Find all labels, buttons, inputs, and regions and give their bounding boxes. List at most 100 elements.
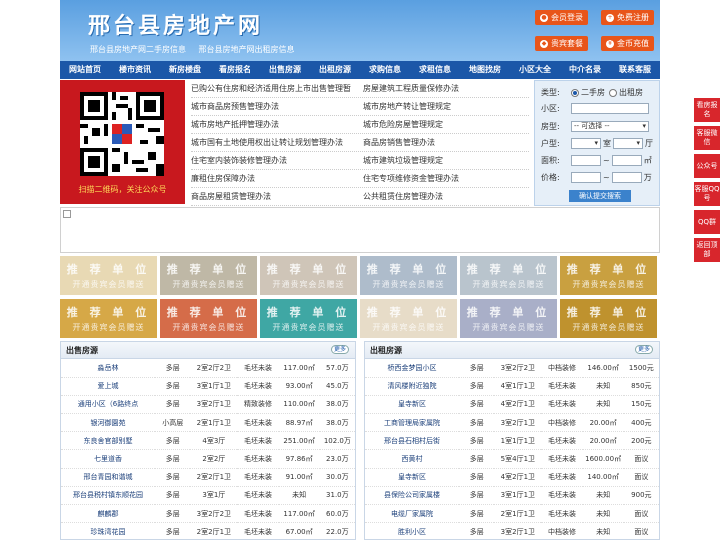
- news-link[interactable]: 廉租住房保障办法: [191, 170, 357, 187]
- community-cell[interactable]: 邢台青园和谐城: [61, 468, 156, 487]
- community-cell[interactable]: 麒麟郡: [61, 504, 156, 524]
- table-row[interactable]: 麒麟郡 多层 3室2厅2卫 毛坯未装 117.00㎡ 60.0万: [61, 504, 355, 524]
- table-row[interactable]: 工商管理局家属院 多层 3室2厅1卫 中档装修 20.00㎡ 400元: [365, 413, 659, 433]
- table-row[interactable]: 通用小区（6路终点 多层 3室2厅1卫 精致装修 110.00㎡ 38.0万: [61, 395, 355, 415]
- ad-slot[interactable]: 推 荐 单 位开通贵宾会员赠送: [60, 299, 157, 338]
- news-link[interactable]: 城市商品房预售管理办法: [191, 98, 357, 115]
- room-select[interactable]: ▾: [571, 138, 601, 149]
- ad-slot[interactable]: 推 荐 单 位开通贵宾会员赠送: [460, 256, 557, 295]
- table-row[interactable]: 邢台县税村镇东顺花园 多层 3室1厅 毛坯未装 未知 31.0万: [61, 486, 355, 506]
- ad-slot[interactable]: 推 荐 单 位开通贵宾会员赠送: [360, 256, 457, 295]
- table-row[interactable]: 淼岳林 多层 2室2厅2卫 毛坯未装 117.00㎡ 57.0万: [61, 359, 355, 378]
- news-link[interactable]: 商品房销售管理办法: [357, 134, 529, 151]
- news-link[interactable]: 城市建筑垃圾管理规定: [357, 152, 529, 169]
- nav-home[interactable]: 网站首页: [60, 61, 110, 79]
- community-cell[interactable]: 县保险公司家属楼: [365, 486, 460, 506]
- nav-rent[interactable]: 出租房源: [310, 61, 360, 79]
- news-link[interactable]: 城市房地产抵押管理办法: [191, 116, 357, 133]
- nav-sale[interactable]: 出售房源: [260, 61, 310, 79]
- table-row[interactable]: 珍珠湾花园 多层 2室2厅1卫 毛坯未装 67.00㎡ 22.0万: [61, 522, 355, 539]
- table-row[interactable]: 县保险公司家属楼 多层 3室1厅1卫 毛坯未装 未知 900元: [365, 486, 659, 506]
- community-cell[interactable]: 桥西金梦园小区: [365, 359, 460, 378]
- nav-want-buy[interactable]: 求购信息: [360, 61, 410, 79]
- community-input[interactable]: [571, 103, 649, 114]
- nav-communities[interactable]: 小区大全: [510, 61, 560, 79]
- community-cell[interactable]: 工商管理局家属院: [365, 413, 460, 433]
- area-min-input[interactable]: [571, 155, 601, 166]
- register-button[interactable]: + 免费注册: [601, 10, 654, 25]
- table-row[interactable]: 皇寺新区 多层 4室2厅1卫 毛坯未装 140.00㎡ 面议: [365, 468, 659, 487]
- community-cell[interactable]: 通用小区（6路终点: [61, 395, 156, 415]
- news-link[interactable]: 房屋建筑工程质量保修办法: [357, 80, 529, 97]
- nav-agents[interactable]: 中介名录: [560, 61, 610, 79]
- community-cell[interactable]: 邢台县石相村后街: [365, 431, 460, 451]
- ad-slot[interactable]: 推 荐 单 位开通贵宾会员赠送: [260, 256, 357, 295]
- table-row[interactable]: 皇寺新区 多层 4室2厅1卫 毛坯未装 未知 150元: [365, 395, 659, 415]
- community-cell[interactable]: 皇寺新区: [365, 395, 460, 415]
- table-row[interactable]: 胜利小区 多层 3室2厅1卫 中档装修 未知 面议: [365, 522, 659, 539]
- table-row[interactable]: 东良舍官部别墅 多层 4室3厅 毛坯未装 251.00㎡ 102.0万: [61, 431, 355, 451]
- nav-news[interactable]: 楼市资讯: [110, 61, 160, 79]
- news-link[interactable]: 城市危险房屋管理规定: [357, 116, 529, 133]
- nav-contact[interactable]: 联系客服: [610, 61, 660, 79]
- ad-slot[interactable]: 推 荐 单 位开通贵宾会员赠送: [60, 256, 157, 295]
- price-max-input[interactable]: [611, 172, 642, 183]
- nav-viewing-signup[interactable]: 看房报名: [210, 61, 260, 79]
- coin-recharge-button[interactable]: ¥ 金币充值: [601, 36, 654, 51]
- search-submit-button[interactable]: 确认提交搜索: [569, 190, 631, 202]
- community-cell[interactable]: 银河御園苑: [61, 413, 156, 433]
- hall-select[interactable]: ▾: [613, 138, 643, 149]
- sale-more-button[interactable]: 更多: [331, 345, 349, 354]
- community-cell[interactable]: 爱上城: [61, 377, 156, 396]
- nav-map[interactable]: 地图找房: [460, 61, 510, 79]
- login-button[interactable]: ● 会员登录: [535, 10, 588, 25]
- ad-slot[interactable]: 推 荐 单 位开通贵宾会员赠送: [560, 256, 657, 295]
- table-row[interactable]: 邢台县石相村后街 多层 1室1厅1卫 毛坯未装 20.00㎡ 200元: [365, 431, 659, 451]
- side-viewing-signup[interactable]: 看房报名: [694, 98, 720, 122]
- news-link[interactable]: 城市房地产转让管理规定: [357, 98, 529, 115]
- table-row[interactable]: 电缆厂家属院 多层 2室1厅1卫 毛坯未装 未知 面议: [365, 504, 659, 524]
- ad-slot[interactable]: 推 荐 单 位开通贵宾会员赠送: [160, 256, 257, 295]
- price-min-input[interactable]: [571, 172, 601, 183]
- side-wechat[interactable]: 客服微信: [694, 126, 720, 150]
- news-link[interactable]: 城市国有土地使用权出让转让规划管理办法: [191, 134, 357, 151]
- nav-want-rent[interactable]: 求租信息: [410, 61, 460, 79]
- community-cell[interactable]: 西黄村: [365, 449, 460, 469]
- news-link[interactable]: 住宅专项维修资金管理办法: [357, 170, 529, 187]
- side-official-account[interactable]: 公众号: [694, 154, 720, 178]
- rent-more-button[interactable]: 更多: [635, 345, 653, 354]
- table-row[interactable]: 七里道香 多层 2室2厅 毛坯未装 97.86㎡ 23.0万: [61, 449, 355, 469]
- news-link[interactable]: 商品房屋租赁管理办法: [191, 188, 357, 205]
- sub-link-sale[interactable]: 邢台县房地产网二手房信息: [90, 45, 186, 54]
- side-qq-group[interactable]: QQ群: [694, 210, 720, 234]
- ad-slot[interactable]: 推 荐 单 位开通贵宾会员赠送: [160, 299, 257, 338]
- house-type-select[interactable]: -- 可选择 -- ▾: [571, 121, 649, 132]
- community-cell[interactable]: 清风楼附近独院: [365, 377, 460, 396]
- community-cell[interactable]: 东良舍官部别墅: [61, 431, 156, 451]
- news-link[interactable]: 公共租赁住房管理办法: [357, 188, 529, 205]
- table-row[interactable]: 西黄村 多层 5室4厅1卫 毛坯未装 1600.00㎡ 面议: [365, 449, 659, 469]
- banner-ad[interactable]: [60, 207, 660, 253]
- table-row[interactable]: 邢台青园和谐城 多层 2室2厅1卫 毛坯未装 91.00㎡ 30.0万: [61, 468, 355, 487]
- side-qq[interactable]: 客服QQ号: [694, 182, 720, 206]
- community-cell[interactable]: 淼岳林: [61, 359, 156, 378]
- news-link[interactable]: 住宅室内装饰装修管理办法: [191, 152, 357, 169]
- area-max-input[interactable]: [611, 155, 642, 166]
- vip-package-button[interactable]: ◆ 贵宾套餐: [535, 36, 588, 51]
- side-back-to-top[interactable]: 返回顶部: [694, 238, 720, 262]
- community-cell[interactable]: 电缆厂家属院: [365, 504, 460, 524]
- table-row[interactable]: 清风楼附近独院 多层 4室1厅1卫 毛坯未装 未知 850元: [365, 377, 659, 396]
- community-cell[interactable]: 胜利小区: [365, 522, 460, 539]
- ad-slot[interactable]: 推 荐 单 位开通贵宾会员赠送: [360, 299, 457, 338]
- news-link[interactable]: 已购公有住房和经济适用住房上市出售管理暂: [191, 80, 357, 97]
- ad-slot[interactable]: 推 荐 单 位开通贵宾会员赠送: [260, 299, 357, 338]
- table-row[interactable]: 银河御園苑 小高层 2室1厅1卫 毛坯未装 88.97㎡ 38.0万: [61, 413, 355, 433]
- community-cell[interactable]: 七里道香: [61, 449, 156, 469]
- ad-slot[interactable]: 推 荐 单 位开通贵宾会员赠送: [560, 299, 657, 338]
- table-row[interactable]: 桥西金梦园小区 多层 3室2厅2卫 中档装修 146.00㎡ 1500元: [365, 359, 659, 378]
- community-cell[interactable]: 皇寺新区: [365, 468, 460, 487]
- site-title[interactable]: 邢台县房地产网: [88, 8, 263, 40]
- nav-new-homes[interactable]: 新房楼盘: [160, 61, 210, 79]
- community-cell[interactable]: 珍珠湾花园: [61, 522, 156, 539]
- radio-second-hand[interactable]: [571, 88, 579, 97]
